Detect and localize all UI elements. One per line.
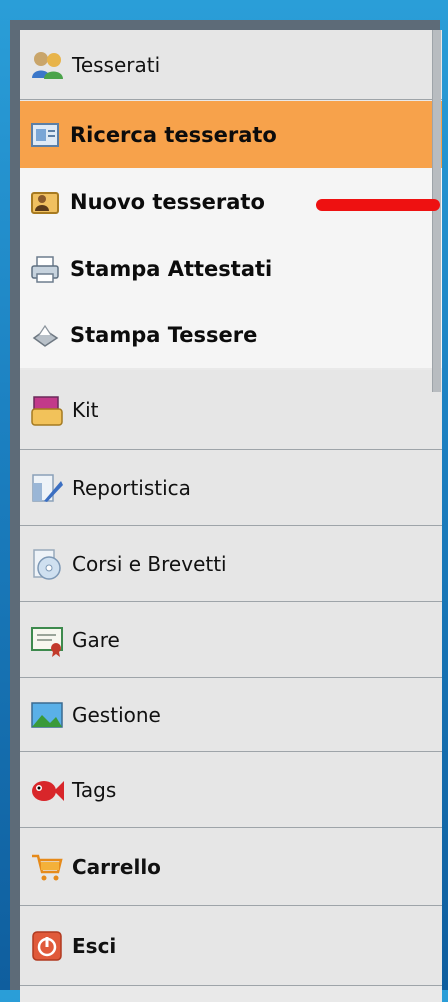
cart-icon <box>32 854 63 880</box>
image-icon <box>31 701 63 728</box>
section-label: Corsi e Brevetti <box>72 551 227 576</box>
section-label: Esci <box>72 933 117 958</box>
menu-item-stampa-attestati[interactable]: Stampa Attestati <box>20 235 442 302</box>
section-reportistica[interactable]: Reportistica <box>20 450 442 526</box>
section-gare[interactable]: Gare <box>20 602 442 678</box>
section-tags[interactable]: Tags <box>20 752 442 828</box>
users-icon <box>32 51 63 79</box>
section-label: Tags <box>72 777 117 802</box>
section-gestione[interactable]: Gestione <box>20 678 442 752</box>
printer-icon <box>31 255 59 283</box>
section-tesserati[interactable]: Tesserati <box>20 30 442 100</box>
search-card-icon <box>31 122 59 147</box>
section-esci[interactable]: Esci <box>20 906 442 986</box>
certificate-icon <box>31 626 63 657</box>
annotation-arrow <box>316 199 440 211</box>
power-icon <box>32 930 62 961</box>
menu-item-ricerca-tesserato[interactable]: Ricerca tesserato <box>20 101 442 168</box>
section-corsi-e-brevetti[interactable]: Corsi e Brevetti <box>20 526 442 602</box>
cd-icon <box>33 548 61 580</box>
section-label: Kit <box>72 397 99 422</box>
menu-item-stampa-tessere[interactable]: Stampa Tessere <box>20 302 442 368</box>
new-member-icon <box>31 191 59 214</box>
menu-item-label: Stampa Attestati <box>70 256 273 281</box>
menu-item-label: Stampa Tessere <box>70 323 258 347</box>
section-carrello[interactable]: Carrello <box>20 828 442 906</box>
fish-icon <box>32 780 64 801</box>
sidebar-panel: Tesserati Ricerca tesserato Nuovo tesser… <box>20 30 442 1002</box>
sidebar-frame: Tesserati Ricerca tesserato Nuovo tesser… <box>10 20 442 1002</box>
section-label: Gestione <box>72 702 161 727</box>
section-label: Tesserati <box>72 52 161 77</box>
menu-item-label: Ricerca tesserato <box>70 122 277 147</box>
section-label: Carrello <box>72 854 161 879</box>
section-label: Reportistica <box>72 475 191 500</box>
report-icon <box>32 473 63 502</box>
scrollbar[interactable] <box>432 30 441 392</box>
menu-item-label: Nuovo tesserato <box>70 189 265 214</box>
kit-icon <box>31 395 63 426</box>
printer-small-icon <box>32 324 59 347</box>
section-kit[interactable]: Kit <box>20 370 442 450</box>
section-label: Gare <box>72 627 120 652</box>
